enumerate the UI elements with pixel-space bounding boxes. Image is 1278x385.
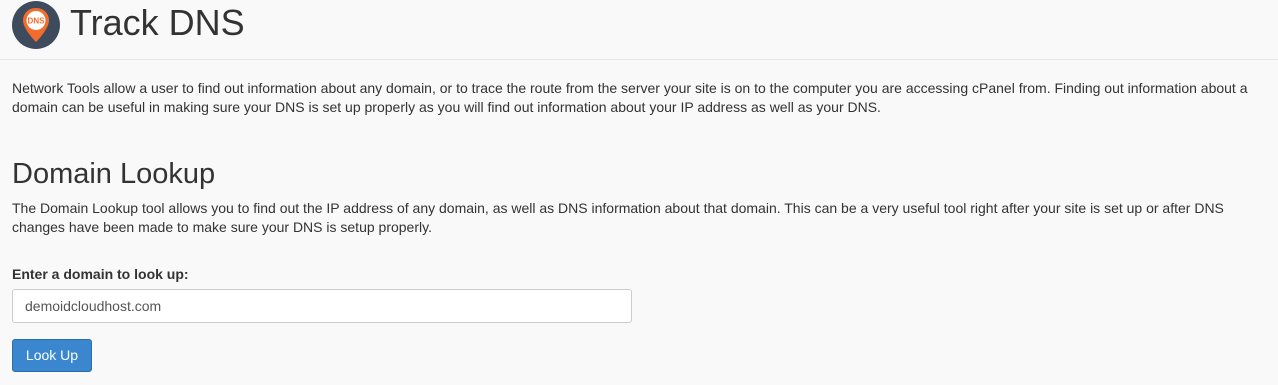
domain-field-label: Enter a domain to look up: [12, 266, 189, 282]
logo-text: DNS [28, 17, 46, 26]
intro-text: Network Tools allow a user to find out i… [12, 80, 1248, 115]
look-up-button[interactable]: Look Up [12, 339, 92, 372]
section-description: The Domain Lookup tool allows you to fin… [12, 200, 1224, 235]
page-title: Track DNS [70, 2, 245, 43]
page-header: DNS Track DNS [0, 0, 1278, 60]
section-title: Domain Lookup [12, 158, 216, 190]
domain-input[interactable] [12, 289, 632, 323]
dns-location-pin-icon: DNS [12, 1, 60, 49]
